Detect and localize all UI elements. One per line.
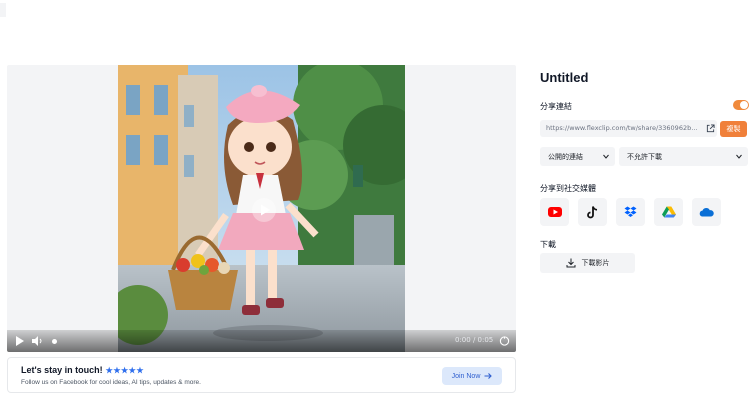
promo-title-text: Let's stay in touch! bbox=[21, 365, 103, 375]
tiktok-share-button[interactable] bbox=[578, 198, 607, 226]
dropbox-icon bbox=[624, 206, 637, 217]
join-now-label: Join Now bbox=[451, 372, 481, 380]
promo-title: Let's stay in touch! ★★★★★ bbox=[21, 365, 144, 375]
project-title: Untitled bbox=[540, 70, 589, 85]
google-drive-icon bbox=[661, 206, 676, 218]
google-drive-share-button[interactable] bbox=[654, 198, 683, 226]
promo-subtitle: Follow us on Facebook for cool ideas, AI… bbox=[21, 379, 201, 386]
external-link-icon[interactable] bbox=[706, 124, 715, 133]
progress-handle[interactable] bbox=[52, 339, 57, 344]
share-page: 0:00 / 0:05 Let's stay in touch! ★★★★★ Fo… bbox=[0, 0, 750, 411]
chevron-down-icon bbox=[603, 154, 609, 159]
arrow-right-icon bbox=[484, 373, 493, 379]
play-icon[interactable] bbox=[15, 335, 25, 347]
onedrive-share-button[interactable] bbox=[692, 198, 721, 226]
download-icon bbox=[566, 258, 575, 268]
play-overlay-icon[interactable] bbox=[252, 198, 276, 222]
download-video-label: 下載影片 bbox=[581, 260, 610, 267]
fullscreen-icon[interactable] bbox=[499, 335, 510, 347]
share-link-url: https://www.flexclip.com/tw/share/336096… bbox=[546, 124, 701, 132]
share-link-label: 分享連結 bbox=[540, 102, 572, 111]
link-visibility-select[interactable]: 公開的連結 bbox=[540, 147, 615, 166]
download-permission-select[interactable]: 不允許下載 bbox=[619, 147, 748, 166]
dropbox-share-button[interactable] bbox=[616, 198, 645, 226]
edge-tab bbox=[0, 3, 6, 17]
download-section-label: 下載 bbox=[540, 240, 556, 249]
chevron-down-icon bbox=[736, 154, 742, 159]
volume-icon[interactable] bbox=[31, 335, 43, 347]
rating-stars: ★★★★★ bbox=[105, 366, 145, 375]
join-now-button[interactable]: Join Now bbox=[442, 367, 502, 385]
youtube-icon bbox=[547, 207, 562, 217]
social-share-label: 分享到社交媒體 bbox=[540, 184, 596, 193]
youtube-share-button[interactable] bbox=[540, 198, 569, 226]
tiktok-icon bbox=[587, 205, 598, 218]
promo-card: Let's stay in touch! ★★★★★ Follow us on F… bbox=[7, 357, 516, 393]
share-link-field[interactable]: https://www.flexclip.com/tw/share/336096… bbox=[540, 120, 717, 137]
copy-link-button[interactable]: 複製 bbox=[720, 121, 747, 137]
player-controls: 0:00 / 0:05 bbox=[7, 330, 516, 352]
video-player[interactable]: 0:00 / 0:05 bbox=[7, 65, 516, 352]
link-visibility-value: 公開的連結 bbox=[548, 154, 583, 161]
onedrive-icon bbox=[699, 208, 714, 217]
share-link-toggle[interactable] bbox=[733, 100, 749, 110]
time-display: 0:00 / 0:05 bbox=[455, 336, 494, 344]
download-video-button[interactable]: 下載影片 bbox=[540, 253, 635, 273]
download-permission-value: 不允許下載 bbox=[627, 154, 662, 161]
